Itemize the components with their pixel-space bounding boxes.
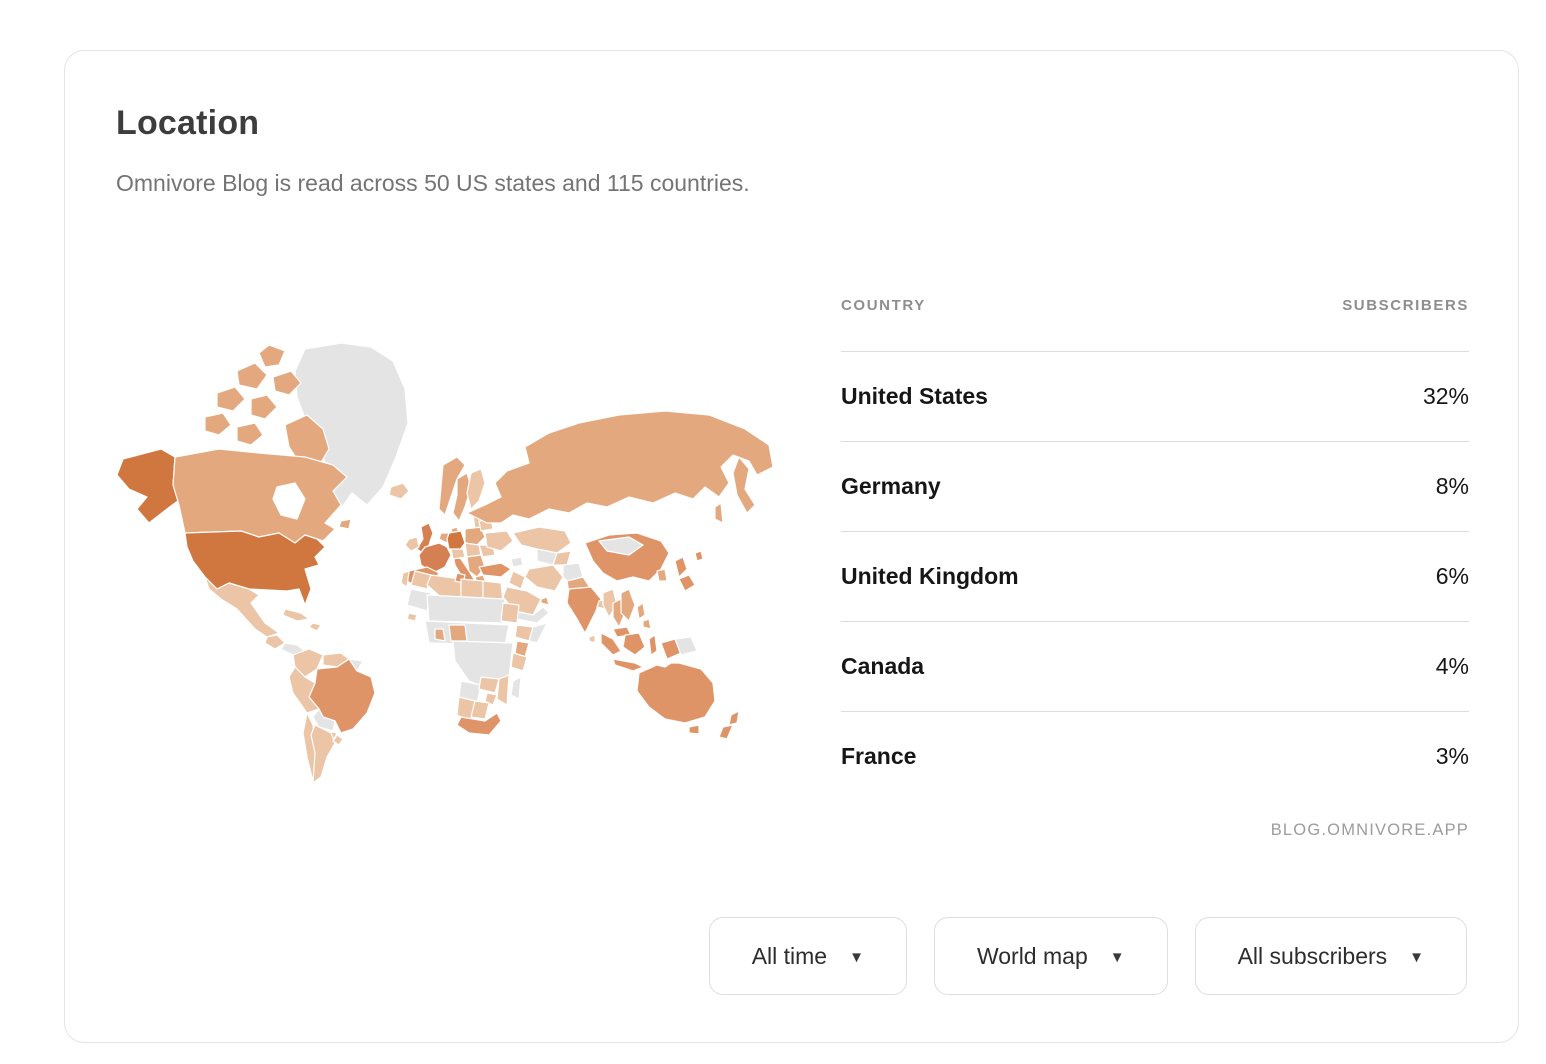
map-view-dropdown[interactable]: World map ▼ (934, 917, 1168, 995)
map-country-zambia (479, 677, 499, 693)
map-island-java (613, 659, 643, 671)
map-country-japan (675, 557, 687, 577)
country-name: United States (841, 383, 988, 410)
column-header-subscribers: SUBSCRIBERS (1342, 297, 1469, 314)
chevron-down-icon: ▼ (1110, 947, 1125, 965)
map-country-nigeria (449, 625, 467, 641)
table-row: France 3% (841, 711, 1469, 801)
map-country-sudan (501, 603, 519, 623)
map-country-ukraine (485, 531, 513, 551)
country-name: Germany (841, 473, 941, 500)
map-island-madagascar (511, 677, 521, 699)
map-country-argentina (311, 725, 335, 783)
time-range-dropdown[interactable]: All time ▼ (709, 917, 907, 995)
map-country-canada (173, 449, 347, 543)
map-region-north-america (117, 343, 408, 655)
map-region-oceania (637, 663, 739, 739)
map-island-borneo (623, 633, 645, 655)
map-country-philippines (637, 603, 645, 619)
location-card: Location Omnivore Blog is read across 50… (64, 50, 1519, 1043)
card-subtitle: Omnivore Blog is read across 50 US state… (116, 170, 750, 197)
table-row: Germany 8% (841, 441, 1469, 531)
world-map-choropleth[interactable] (109, 337, 799, 797)
subscriber-percentage: 6% (1436, 563, 1469, 590)
map-country-iceland (389, 483, 409, 499)
map-country-portugal (401, 571, 409, 587)
map-country-australia (637, 663, 715, 723)
map-country-india (567, 587, 601, 633)
audience-dropdown[interactable]: All subscribers ▼ (1195, 917, 1467, 995)
map-country-new-zealand (729, 711, 739, 725)
map-country-ghana (435, 629, 445, 641)
subscriber-percentage: 8% (1436, 473, 1469, 500)
country-name: United Kingdom (841, 563, 1019, 590)
page-title: Location (116, 104, 259, 143)
map-country-iran (525, 565, 563, 591)
table-row: United Kingdom 6% (841, 531, 1469, 621)
audience-label: All subscribers (1238, 943, 1388, 970)
chevron-down-icon: ▼ (1409, 947, 1424, 965)
source-link[interactable]: BLOG.OMNIVORE.APP (841, 821, 1469, 840)
map-region-south-america (289, 649, 375, 783)
subscriber-percentage: 4% (1436, 653, 1469, 680)
time-range-label: All time (752, 943, 827, 970)
map-country-germany (447, 531, 465, 551)
table-header: COUNTRY SUBSCRIBERS (841, 297, 1469, 351)
subscriber-percentage: 3% (1436, 743, 1469, 770)
table-row: United States 32% (841, 351, 1469, 441)
map-country-finland (467, 469, 485, 509)
map-country-south-korea (657, 569, 667, 581)
table-row: Canada 4% (841, 621, 1469, 711)
map-country-cuba (283, 609, 309, 621)
world-map-svg (109, 337, 799, 797)
country-subscribers-table: COUNTRY SUBSCRIBERS United States 32% Ge… (841, 297, 1469, 840)
filter-bar: All time ▼ World map ▼ All subscribers ▼ (709, 917, 1467, 995)
column-header-country: COUNTRY (841, 297, 926, 314)
map-view-label: World map (977, 943, 1088, 970)
map-country-kazakhstan (513, 527, 571, 553)
map-country-russia (467, 411, 773, 523)
subscriber-percentage: 32% (1423, 383, 1469, 410)
country-name: Canada (841, 653, 924, 680)
country-name: France (841, 743, 916, 770)
map-island-tasmania (689, 725, 699, 734)
chevron-down-icon: ▼ (849, 947, 864, 965)
